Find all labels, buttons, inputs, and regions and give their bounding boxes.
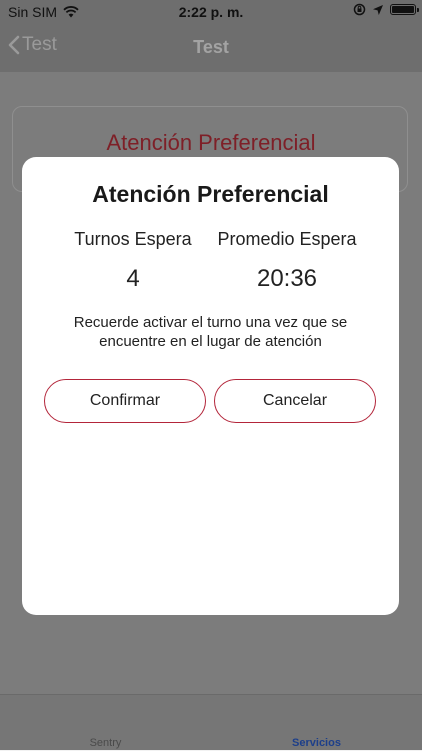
orientation-lock-icon [353, 3, 366, 16]
page-title: Test [193, 37, 229, 57]
tab-servicios[interactable]: Servicios [211, 695, 422, 751]
dialog-message-line-2: encuentre en el lugar de atención [99, 333, 322, 350]
waiting-turns-label: Turnos Espera [74, 229, 192, 249]
dialog-title: Atención Preferencial [92, 181, 329, 207]
average-wait-value: 20:36 [256, 265, 318, 292]
status-right [353, 3, 419, 16]
tab-sentry-label: Sentry [89, 737, 122, 749]
tab-sentry[interactable]: Sentry [0, 695, 211, 751]
navigation-bar: Test Test [0, 24, 422, 72]
confirm-button[interactable]: Confirmar [44, 379, 206, 423]
average-wait-label: Promedio Espera [217, 229, 357, 249]
tab-bar: Sentry Servicios [0, 694, 422, 750]
battery-icon [390, 4, 419, 15]
status-bar: Sin SIM 2:22 p. m. [0, 0, 422, 24]
dialog-message-line-1: Recuerde activar el turno una vez que se [73, 314, 348, 331]
dialog-message: Recuerde activar el turno una vez que se… [42, 313, 379, 351]
tab-servicios-label: Servicios [292, 737, 341, 749]
service-card-title: Atención Preferencial [106, 130, 316, 155]
waiting-turns-value: 4 [126, 265, 140, 292]
cancel-button[interactable]: Cancelar [214, 379, 376, 423]
location-icon [373, 4, 383, 15]
preferential-attention-dialog: Atención Preferencial Turnos Espera Prom… [22, 157, 399, 615]
